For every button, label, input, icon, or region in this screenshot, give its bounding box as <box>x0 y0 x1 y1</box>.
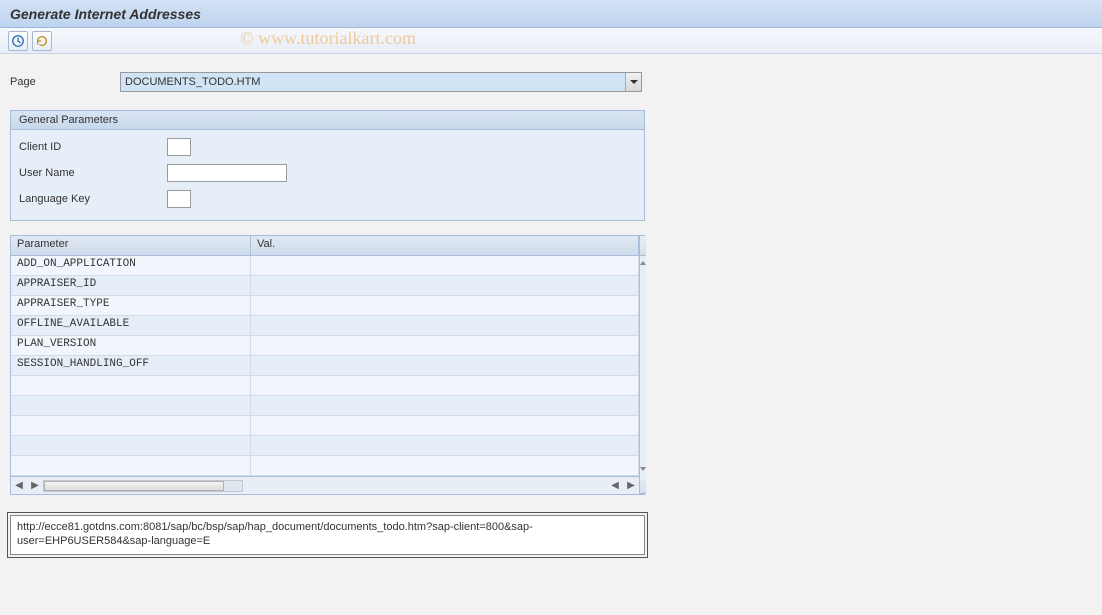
table-row[interactable]: ADD_ON_APPLICATION <box>11 256 639 276</box>
user-name-input[interactable] <box>167 164 287 182</box>
toolbar: © www.tutorialkart.com <box>0 28 1102 54</box>
content-area: Page General Parameters Client ID User N… <box>0 54 1102 565</box>
scroll-thumb[interactable] <box>44 481 224 491</box>
watermark: © www.tutorialkart.com <box>240 28 416 49</box>
table-row[interactable]: SESSION_HANDLING_OFF <box>11 356 639 376</box>
scroll-down-icon[interactable] <box>640 467 646 471</box>
vertical-scrollbar[interactable] <box>639 236 646 494</box>
clock-icon <box>11 34 25 48</box>
grid-corner <box>640 236 646 256</box>
client-id-label: Client ID <box>19 141 167 153</box>
horizontal-scrollbar[interactable]: ◀ ▶ ◀ ▶ <box>11 476 639 494</box>
scroll-up-icon[interactable] <box>640 261 646 265</box>
execute-button[interactable] <box>8 31 28 51</box>
table-row[interactable] <box>11 416 639 436</box>
refresh-icon <box>35 34 49 48</box>
grid-body: ADD_ON_APPLICATION APPRAISER_ID APPRAISE… <box>11 256 639 476</box>
scroll-track[interactable] <box>43 480 243 492</box>
table-row[interactable]: APPRAISER_ID <box>11 276 639 296</box>
page-label: Page <box>10 76 120 88</box>
scroll-right-icon[interactable]: ▶ <box>623 480 639 491</box>
page-title: Generate Internet Addresses <box>10 6 201 22</box>
parameter-grid: Parameter Val. ADD_ON_APPLICATION APPRAI… <box>10 235 645 495</box>
page-select[interactable] <box>120 72 642 92</box>
scroll-left-icon[interactable]: ◀ <box>607 480 623 491</box>
user-name-label: User Name <box>19 167 167 179</box>
scroll-left-icon[interactable]: ▶ <box>27 480 43 491</box>
client-id-input[interactable] <box>167 138 191 156</box>
title-bar: Generate Internet Addresses <box>0 0 1102 28</box>
general-parameters-group: General Parameters Client ID User Name L… <box>10 110 645 221</box>
scroll-left-icon[interactable]: ◀ <box>11 480 27 491</box>
table-row[interactable]: OFFLINE_AVAILABLE <box>11 316 639 336</box>
refresh-button[interactable] <box>32 31 52 51</box>
language-key-label: Language Key <box>19 193 167 205</box>
general-parameters-header: General Parameters <box>11 111 644 130</box>
page-row: Page <box>10 72 1092 92</box>
url-output[interactable]: http://ecce81.gotdns.com:8081/sap/bc/bsp… <box>10 515 645 555</box>
grid-header: Parameter Val. <box>11 236 639 256</box>
grid-header-parameter[interactable]: Parameter <box>11 236 251 255</box>
table-row[interactable] <box>11 436 639 456</box>
table-row[interactable]: PLAN_VERSION <box>11 336 639 356</box>
language-key-input[interactable] <box>167 190 191 208</box>
table-row[interactable] <box>11 456 639 476</box>
table-row[interactable] <box>11 376 639 396</box>
grid-header-val[interactable]: Val. <box>251 236 639 255</box>
table-row[interactable]: APPRAISER_TYPE <box>11 296 639 316</box>
table-row[interactable] <box>11 396 639 416</box>
grid-corner <box>640 476 646 494</box>
